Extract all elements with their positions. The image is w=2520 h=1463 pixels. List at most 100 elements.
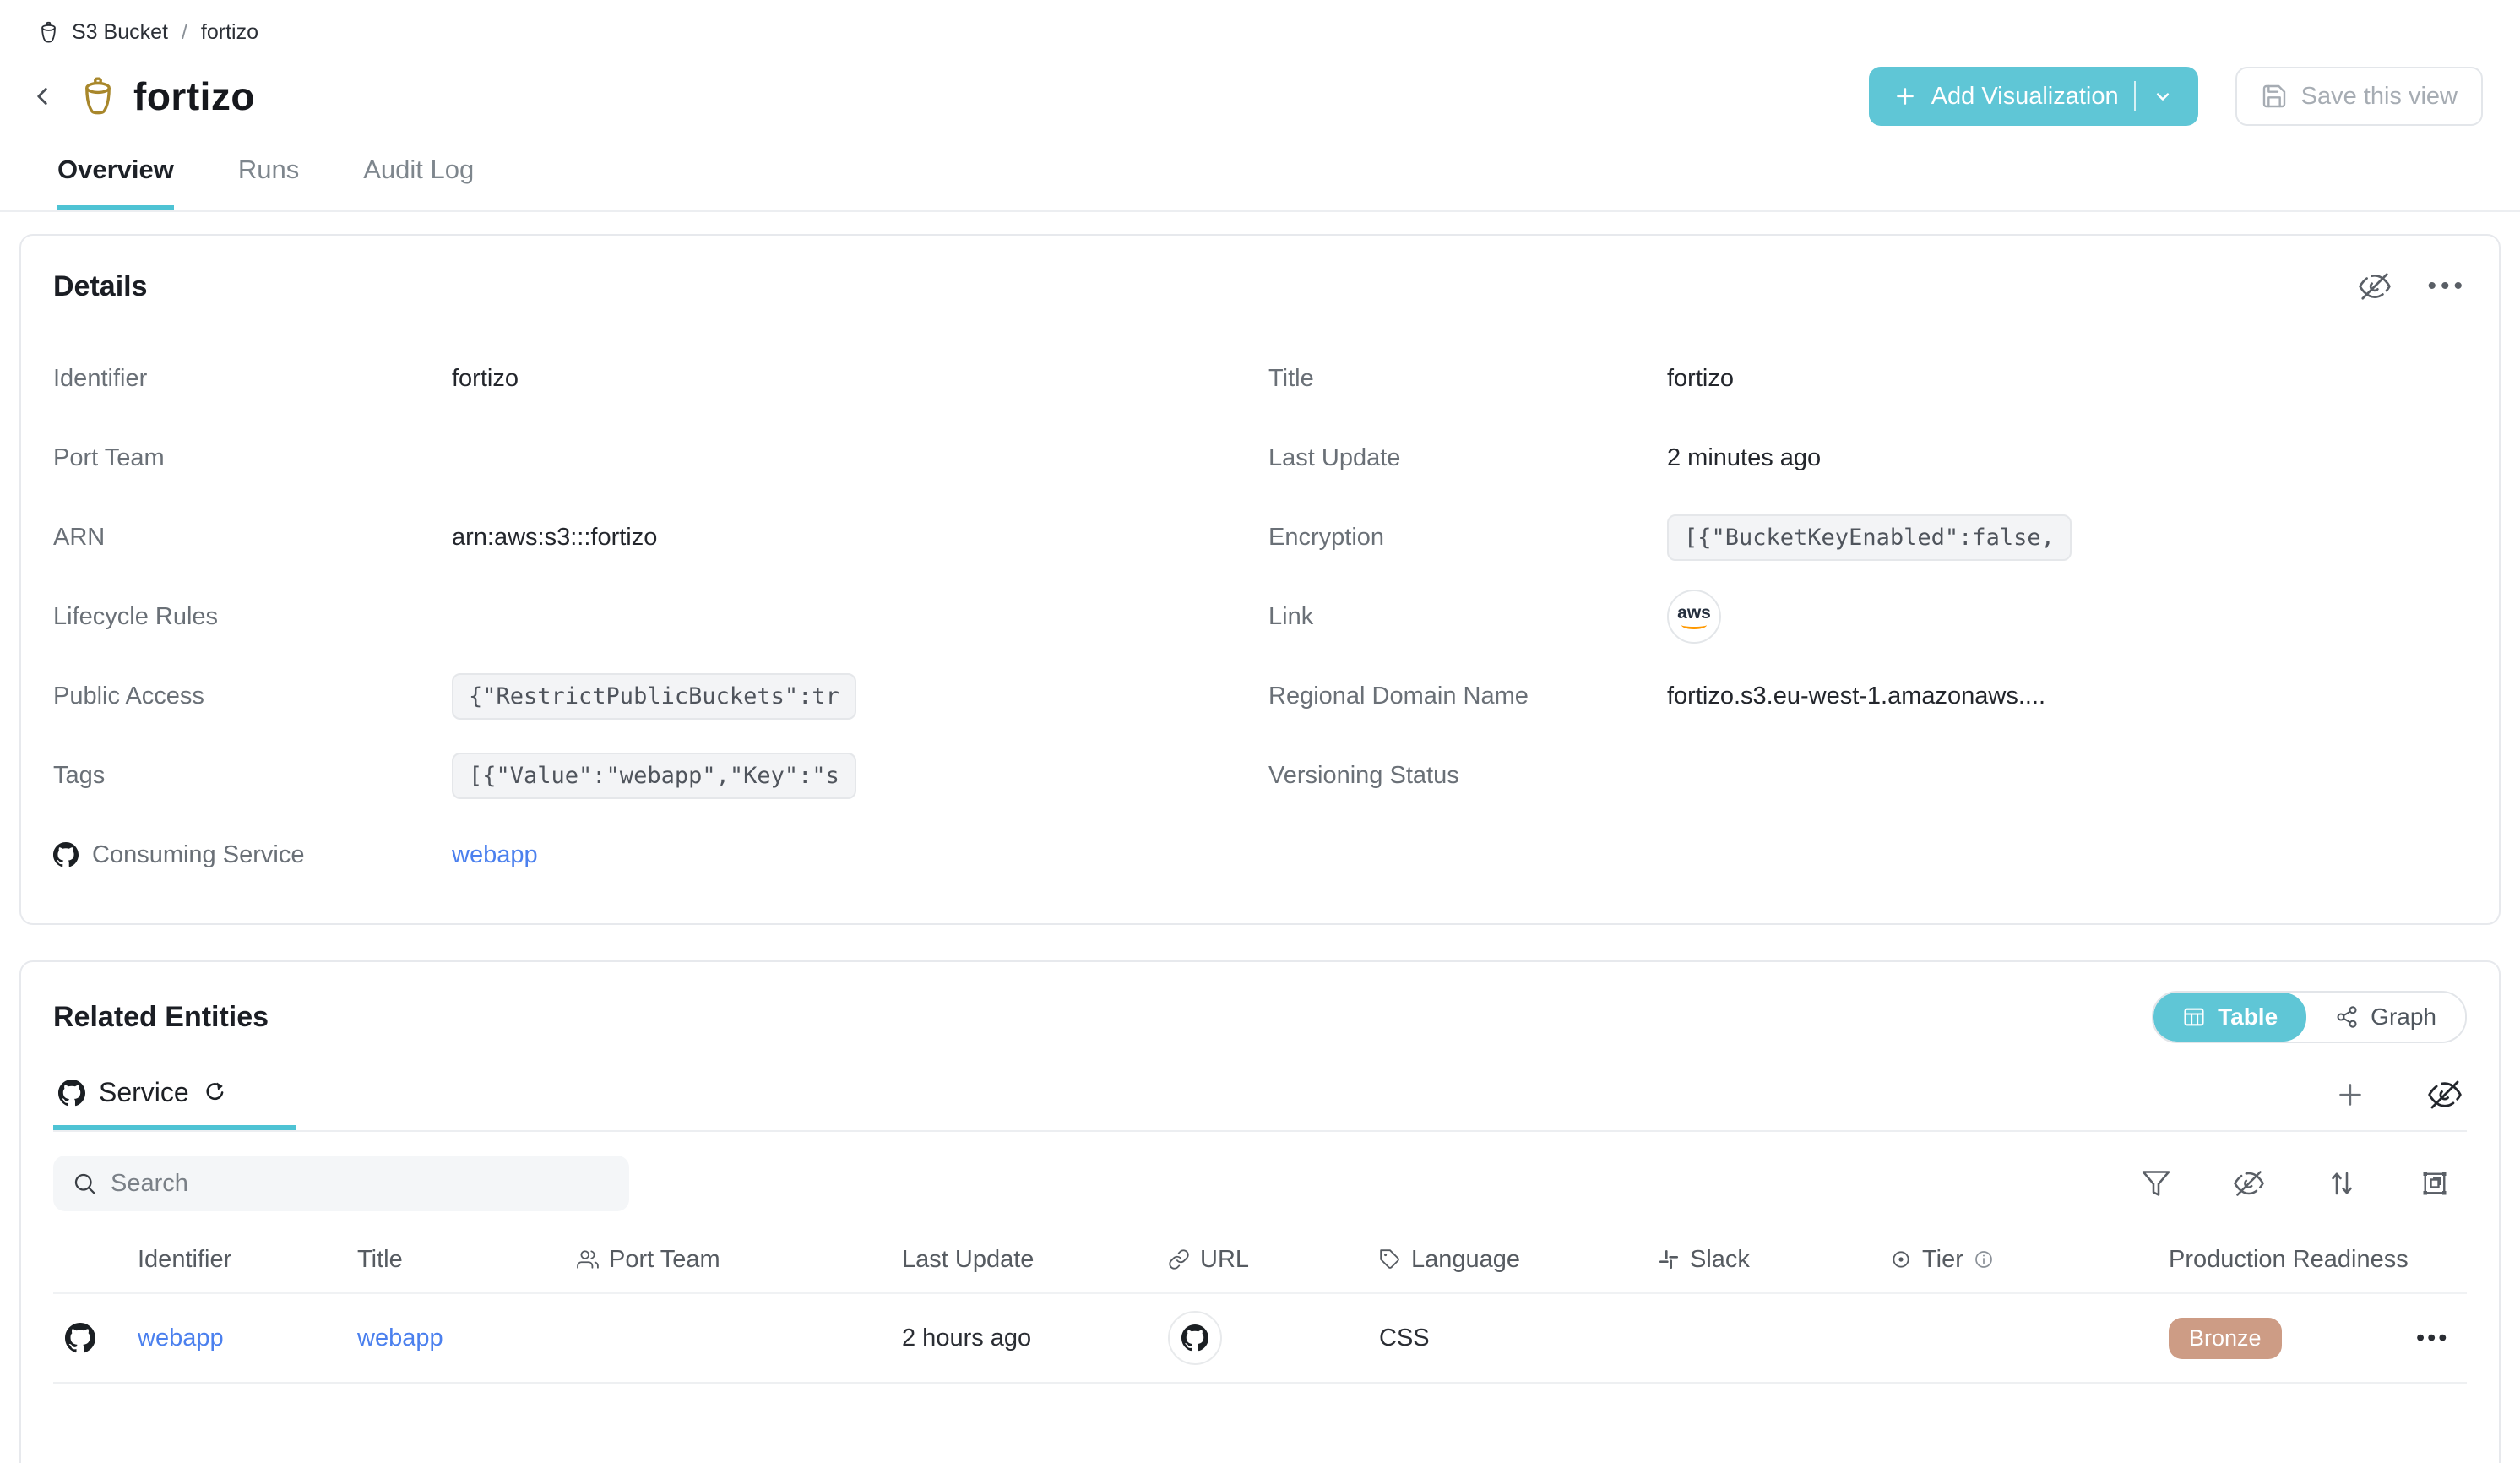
- related-subtabs: Service: [53, 1065, 2467, 1132]
- add-visualization-button[interactable]: Add Visualization: [1869, 67, 2198, 126]
- related-entities-table: Identifier Title Port Team Last Update U…: [53, 1226, 2467, 1384]
- consuming-service-label: Consuming Service: [53, 815, 452, 895]
- public-access-code-chip[interactable]: {"RestrictPublicBuckets":tr: [452, 673, 856, 720]
- encryption-code-chip[interactable]: [{"BucketKeyEnabled":false,: [1667, 514, 2072, 561]
- button-divider: [2134, 81, 2136, 111]
- view-toggle: Table Graph: [2152, 991, 2467, 1043]
- add-visualization-label: Add Visualization: [1931, 83, 2119, 111]
- back-button[interactable]: [22, 76, 62, 117]
- col-language[interactable]: Language: [1379, 1246, 1658, 1274]
- team-icon: [577, 1248, 599, 1270]
- col-slack[interactable]: Slack: [1658, 1246, 1890, 1274]
- col-identifier[interactable]: Identifier: [138, 1246, 357, 1274]
- field-value: 2 minutes ago: [1667, 418, 2467, 498]
- field-label: Public Access: [53, 656, 452, 736]
- row-language: CSS: [1379, 1324, 1658, 1352]
- breadcrumb-blueprint[interactable]: S3 Bucket: [72, 20, 168, 45]
- tag-icon: [1379, 1248, 1401, 1270]
- tab-service[interactable]: Service: [53, 1065, 296, 1130]
- field-value: [452, 418, 1268, 498]
- toggle-table-button[interactable]: Table: [2153, 993, 2306, 1042]
- page-title: fortizo: [133, 73, 255, 119]
- field-label: Lifecycle Rules: [53, 577, 452, 656]
- field-label: Consuming Service: [92, 841, 304, 869]
- tab-runs[interactable]: Runs: [238, 155, 299, 210]
- aws-logo: aws: [1677, 604, 1711, 622]
- slack-icon: [1658, 1248, 1680, 1270]
- filter-icon[interactable]: [2134, 1161, 2178, 1205]
- col-tier[interactable]: Tier: [1890, 1246, 2169, 1274]
- row-title-link[interactable]: webapp: [357, 1324, 443, 1352]
- save-this-view-label: Save this view: [2301, 83, 2458, 111]
- chevron-down-icon[interactable]: [2151, 84, 2175, 108]
- graph-icon: [2335, 1005, 2359, 1029]
- related-entities-title: Related Entities: [53, 1001, 269, 1034]
- table-icon: [2182, 1005, 2206, 1029]
- field-value: [1667, 736, 2467, 815]
- aws-link-badge[interactable]: aws: [1667, 590, 1721, 644]
- hide-empty-columns-icon[interactable]: [2423, 1073, 2467, 1117]
- field-label: Title: [1268, 339, 1667, 418]
- bucket-icon: [37, 21, 60, 44]
- toggle-graph-label: Graph: [2371, 1003, 2436, 1031]
- sort-icon[interactable]: [2320, 1161, 2364, 1205]
- row-url-github-badge[interactable]: [1168, 1311, 1222, 1365]
- breadcrumb-separator: /: [180, 20, 189, 45]
- consuming-service-link[interactable]: webapp: [452, 841, 538, 869]
- breadcrumb: S3 Bucket / fortizo: [0, 0, 2520, 45]
- plus-icon: [1893, 84, 1918, 109]
- tab-overview[interactable]: Overview: [57, 155, 174, 210]
- toggle-graph-button[interactable]: Graph: [2306, 993, 2465, 1042]
- field-value: fortizo: [452, 339, 1268, 418]
- hide-empty-values-icon[interactable]: [2353, 264, 2397, 308]
- hide-columns-icon[interactable]: [2227, 1161, 2271, 1205]
- col-port-team[interactable]: Port Team: [577, 1246, 902, 1274]
- search-icon: [72, 1171, 97, 1196]
- github-icon: [58, 1080, 85, 1107]
- field-value: arn:aws:s3:::fortizo: [452, 498, 1268, 577]
- field-label: Port Team: [53, 418, 452, 498]
- field-label: Identifier: [53, 339, 452, 418]
- info-icon: [1974, 1249, 1994, 1270]
- field-value: fortizo.s3.eu-west-1.amazonaws....: [1667, 656, 2467, 736]
- field-label: Versioning Status: [1268, 736, 1667, 815]
- group-by-icon[interactable]: [2413, 1161, 2457, 1205]
- col-title[interactable]: Title: [357, 1246, 577, 1274]
- page-header: fortizo Add Visualization Save this view: [0, 45, 2520, 126]
- search-box[interactable]: [53, 1156, 629, 1211]
- relation-direction-icon: [203, 1080, 228, 1106]
- col-url[interactable]: URL: [1168, 1246, 1379, 1274]
- link-icon: [1168, 1248, 1190, 1270]
- github-icon: [53, 842, 79, 867]
- tab-audit-log[interactable]: Audit Log: [363, 155, 474, 210]
- table-row[interactable]: webapp webapp 2 hours ago CSS Bronze •••: [53, 1294, 2467, 1384]
- row-last-update: 2 hours ago: [902, 1324, 1168, 1352]
- field-value: fortizo: [1667, 339, 2467, 418]
- add-related-entity-icon[interactable]: [2328, 1073, 2372, 1117]
- row-identifier-link[interactable]: webapp: [138, 1324, 224, 1352]
- field-label: Link: [1268, 577, 1667, 656]
- table-search-row: [53, 1156, 2467, 1211]
- col-last-update[interactable]: Last Update: [902, 1246, 1168, 1274]
- entity-tabs: Overview Runs Audit Log: [0, 126, 2520, 212]
- tags-code-chip[interactable]: [{"Value":"webapp","Key":"s: [452, 753, 856, 799]
- related-entities-card: Related Entities Table Graph: [19, 960, 2501, 1463]
- details-menu-icon[interactable]: •••: [2427, 272, 2467, 301]
- field-label: Last Update: [1268, 418, 1667, 498]
- details-card: Details ••• Identifier fortizo Title for…: [19, 234, 2501, 925]
- tier-icon: [1890, 1248, 1912, 1270]
- details-fields: Identifier fortizo Title fortizo Port Te…: [53, 339, 2467, 895]
- aws-smile-arc: [1681, 621, 1707, 629]
- save-icon: [2261, 83, 2288, 110]
- entity-page: S3 Bucket / fortizo fortizo Add Visuali: [0, 0, 2520, 1463]
- search-input[interactable]: [111, 1170, 611, 1198]
- tab-service-label: Service: [99, 1077, 189, 1108]
- field-label: Regional Domain Name: [1268, 656, 1667, 736]
- row-menu-icon[interactable]: •••: [2416, 1324, 2467, 1352]
- field-label: ARN: [53, 498, 452, 577]
- col-production-readiness[interactable]: Production Readiness: [2169, 1246, 2416, 1274]
- details-title: Details: [53, 270, 148, 303]
- production-readiness-badge: Bronze: [2169, 1318, 2282, 1359]
- field-value: [452, 577, 1268, 656]
- save-this-view-button[interactable]: Save this view: [2235, 67, 2483, 126]
